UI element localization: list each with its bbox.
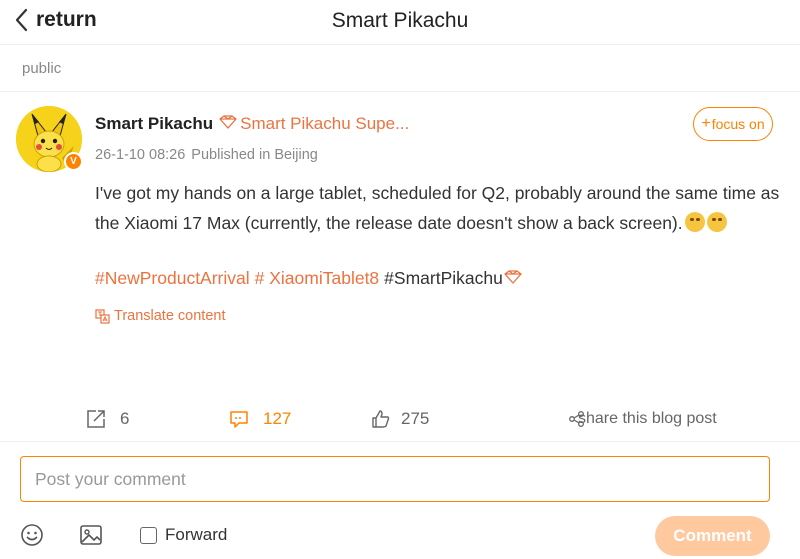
translate-button[interactable]: Translate content [95, 308, 226, 324]
action-bar: 6 127 275 share this blog post [0, 404, 800, 434]
thumbs-up-icon [372, 410, 390, 428]
like-count: 275 [401, 409, 430, 428]
image-icon [80, 525, 102, 545]
author-title[interactable]: Smart Pikachu Supe... [240, 114, 409, 134]
repost-count: 6 [120, 409, 130, 428]
post-body: I've got my hands on a large tablet, sch… [95, 178, 785, 238]
emoji-picker-button[interactable] [20, 523, 44, 552]
forward-checkbox[interactable] [140, 526, 157, 544]
comment-icon [230, 411, 248, 428]
divider [0, 441, 800, 442]
author-row: Smart Pikachu Smart Pikachu Supe... [95, 114, 409, 134]
repost-button[interactable]: 6 [86, 404, 129, 434]
follow-button[interactable]: + focus on [693, 107, 773, 141]
page-title: Smart Pikachu [331, 9, 469, 32]
repost-icon [87, 410, 105, 428]
translate-icon [95, 308, 110, 324]
share-label: share this blog post [578, 410, 717, 427]
forward-label: Forward [165, 525, 228, 544]
diamond-icon [219, 114, 237, 134]
comment-input[interactable] [20, 456, 770, 502]
translate-label: Translate content [114, 308, 226, 324]
plus-icon: + [701, 115, 711, 132]
like-button[interactable]: 275 [371, 404, 429, 434]
top-bar: return Smart Pikachu [0, 0, 800, 45]
divider [0, 91, 800, 92]
share-button[interactable]: share this blog post [568, 404, 717, 434]
author-name[interactable]: Smart Pikachu [95, 114, 213, 134]
hashtag-link[interactable]: # XiaomiTablet8 [255, 268, 380, 289]
follow-label: focus on [711, 116, 765, 132]
hashtag-link[interactable]: #NewProductArrival [95, 268, 250, 289]
smiley-icon [21, 524, 43, 546]
hashtag-text: #SmartPikachu [384, 268, 503, 288]
post-timestamp: 26-1-10 08:26 [95, 147, 186, 163]
comment-button[interactable]: 127 [229, 404, 291, 434]
tags-row: #NewProductArrival # XiaomiTablet8 #Smar… [95, 268, 522, 289]
emoji-icon [706, 212, 727, 232]
verified-badge: V [64, 152, 83, 171]
comment-submit-button[interactable]: Comment [655, 516, 770, 556]
post-meta: 26-1-10 08:26 Published in Beijing [95, 147, 318, 163]
post-location: Published in Beijing [191, 147, 318, 163]
image-upload-button[interactable] [79, 523, 103, 552]
comment-count: 127 [263, 409, 292, 428]
post-text: I've got my hands on a large tablet, sch… [95, 183, 780, 233]
visibility-label: public [22, 60, 62, 77]
forward-option[interactable]: Forward [140, 525, 227, 545]
diamond-icon [504, 268, 522, 289]
emoji-icon [684, 212, 705, 232]
